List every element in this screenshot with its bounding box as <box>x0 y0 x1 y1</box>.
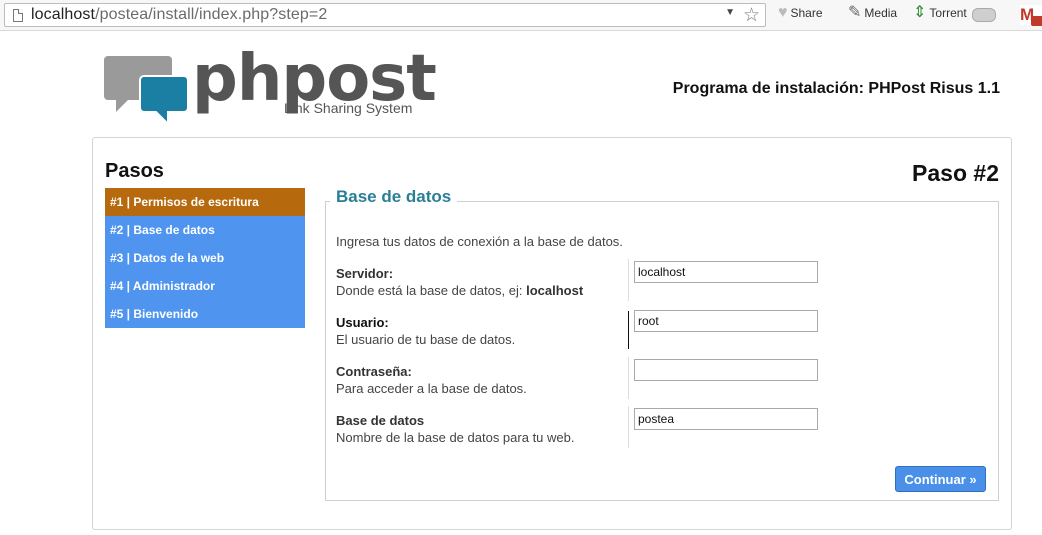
media-button[interactable]: ✎ Media <box>848 5 897 21</box>
field-divider <box>628 357 629 399</box>
media-label: Media <box>864 6 898 20</box>
chevron-down-icon[interactable]: ▼ <box>725 7 735 18</box>
user-input[interactable] <box>634 310 818 332</box>
server-help: Donde está la base de datos, ej: localho… <box>336 282 976 299</box>
url-host: localhost <box>31 6 96 23</box>
torrent-label: Torrent <box>929 6 967 20</box>
field-user: Usuario: El usuario de tu base de datos. <box>336 310 976 360</box>
user-help: El usuario de tu base de datos. <box>336 332 516 347</box>
bookmark-star-icon[interactable]: ☆ <box>743 4 760 27</box>
steps-heading: Pasos <box>105 160 164 182</box>
server-help-text: Donde está la base de datos, ej: <box>336 283 527 298</box>
password-input[interactable] <box>634 359 818 381</box>
continue-button[interactable]: Continuar » <box>895 466 986 492</box>
server-help-example: localhost <box>526 283 584 298</box>
toggle-pill[interactable] <box>972 8 996 22</box>
share-label: Share <box>790 6 823 20</box>
intro-text: Ingresa tus datos de conexión a la base … <box>336 234 623 249</box>
step-item-1[interactable]: #1 | Permisos de escritura <box>105 188 305 216</box>
phpost-logo: phpost Link Sharing System <box>104 42 437 128</box>
password-help: Para acceder a la base de datos. <box>336 381 527 396</box>
step-item-5[interactable]: #5 | Bienvenido <box>105 300 305 328</box>
url-text: localhost/postea/install/index.php?step=… <box>31 6 327 24</box>
gmail-badge <box>1031 16 1042 26</box>
torrent-button[interactable]: ⇕ Torrent <box>913 5 967 21</box>
step-item-3[interactable]: #3 | Datos de la web <box>105 244 305 272</box>
logo-tagline: Link Sharing System <box>284 100 413 116</box>
heart-icon: ♥ <box>778 4 788 21</box>
torrent-icon: ⇕ <box>913 4 927 21</box>
section-title: Base de datos <box>330 187 458 207</box>
steps-list: #1 | Permisos de escritura #2 | Base de … <box>105 188 305 328</box>
field-server: Servidor: Donde está la base de datos, e… <box>336 259 976 311</box>
database-help: Nombre de la base de datos para tu web. <box>336 430 575 445</box>
page-icon <box>13 9 23 22</box>
current-step-title: Paso #2 <box>912 160 999 186</box>
field-password: Contraseña: Para acceder a la base de da… <box>336 357 976 409</box>
media-icon: ✎ <box>848 4 862 21</box>
database-input[interactable] <box>634 408 818 430</box>
url-path: /postea/install/index.php?step=2 <box>95 6 328 23</box>
field-divider <box>628 406 629 448</box>
installer-title: Programa de instalación: PHPost Risus 1.… <box>672 80 1000 97</box>
field-database: Base de datos Nombre de la base de datos… <box>336 406 976 458</box>
step-item-2[interactable]: #2 | Base de datos <box>105 216 305 244</box>
chat-bubbles-icon <box>104 56 189 127</box>
server-input[interactable] <box>634 261 818 283</box>
browser-toolbar: localhost/postea/install/index.php?step=… <box>0 0 1042 31</box>
step-item-4[interactable]: #4 | Administrador <box>105 272 305 300</box>
field-divider <box>628 311 629 349</box>
address-bar[interactable]: localhost/postea/install/index.php?step=… <box>4 3 766 27</box>
share-button[interactable]: ♥ Share <box>778 5 823 21</box>
field-divider <box>628 259 629 301</box>
